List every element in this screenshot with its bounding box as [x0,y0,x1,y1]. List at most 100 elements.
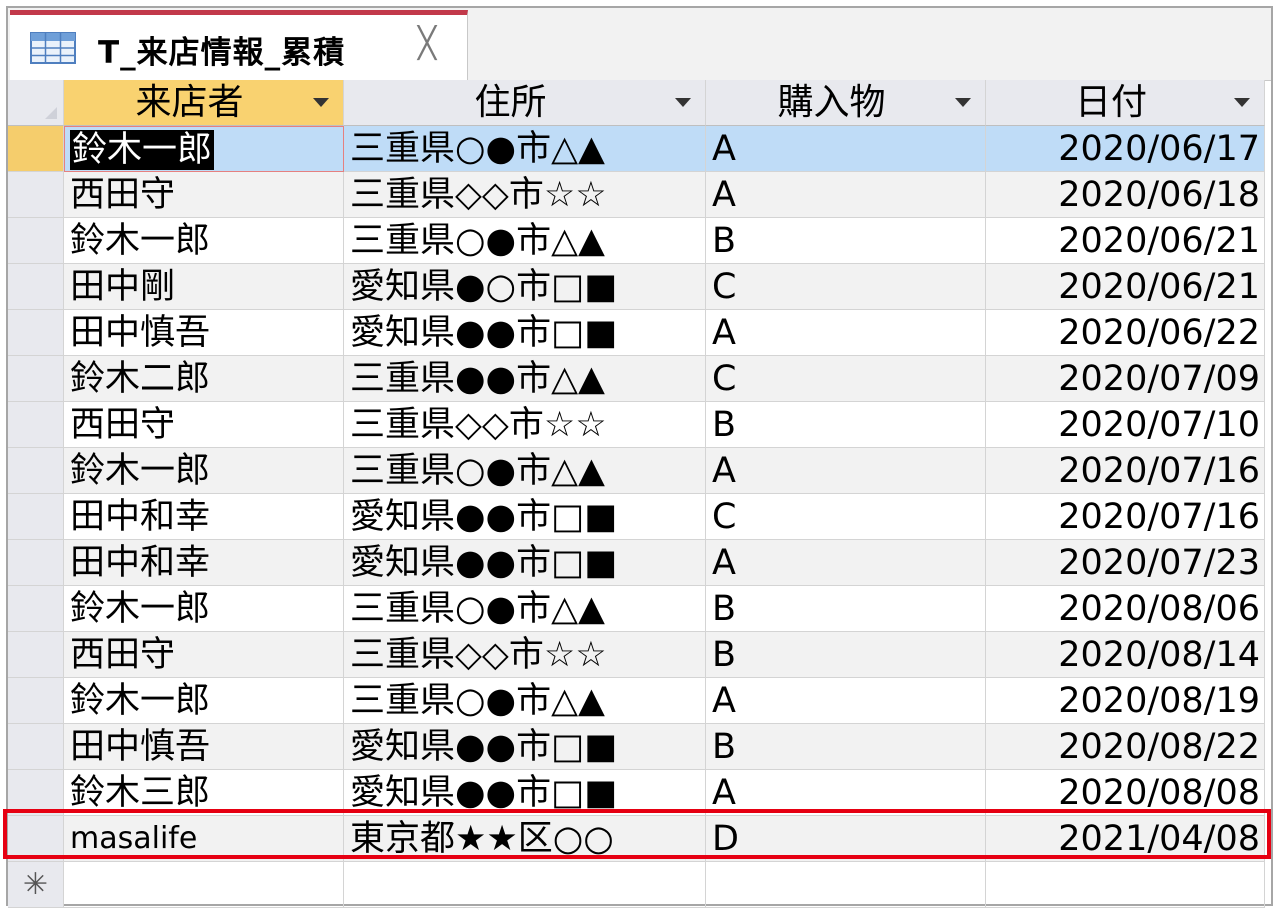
cell-jusho[interactable]: 三重県○●市△▲ [344,448,706,494]
cell-hizuke[interactable]: 2020/08/06 [986,586,1265,632]
cell-konyubutsu[interactable]: C [706,264,986,310]
cell-konyubutsu[interactable]: A [706,126,986,172]
cell-konyubutsu[interactable]: C [706,356,986,402]
chevron-down-icon[interactable] [313,98,329,107]
record-selector[interactable] [8,494,64,540]
cell-raitensha[interactable]: 鈴木一郎 [64,126,344,172]
cell-hizuke[interactable]: 2020/08/19 [986,678,1265,724]
cell-konyubutsu[interactable]: C [706,494,986,540]
cell-konyubutsu[interactable]: B [706,218,986,264]
cell-hizuke[interactable]: 2020/06/18 [986,172,1265,218]
cell-jusho[interactable]: 愛知県●●市□■ [344,770,706,816]
cell-jusho[interactable]: 三重県○●市△▲ [344,678,706,724]
cell-raitensha[interactable]: 鈴木一郎 [64,586,344,632]
column-header-raitensha[interactable]: 来店者 [64,80,344,126]
cell-raitensha[interactable]: masalife [64,816,344,862]
cell-raitensha[interactable]: 鈴木一郎 [64,448,344,494]
tab-t-raiten-ruiseki[interactable]: T_来店情報_累積 ╳ [10,10,468,80]
cell-konyubutsu[interactable]: A [706,310,986,356]
column-header-hizuke[interactable]: 日付 [986,80,1265,126]
cell-raitensha[interactable]: 鈴木一郎 [64,218,344,264]
cell-raitensha[interactable]: 鈴木三郎 [64,770,344,816]
cell-jusho[interactable]: 三重県◇◇市☆☆ [344,402,706,448]
cell-jusho[interactable]: 三重県○●市△▲ [344,218,706,264]
cell-hizuke[interactable]: 2020/08/08 [986,770,1265,816]
cell-konyubutsu[interactable]: A [706,678,986,724]
record-selector[interactable] [8,448,64,494]
record-selector[interactable] [8,816,64,862]
record-selector[interactable] [8,770,64,816]
cell-hizuke[interactable]: 2020/07/10 [986,402,1265,448]
cell-konyubutsu[interactable]: A [706,540,986,586]
datasheet-window: T_来店情報_累積 ╳ 来店者 住所 購入物 日付 鈴木一郎 三重県○●市△▲ … [6,6,1273,908]
cell-hizuke[interactable]: 2020/08/22 [986,724,1265,770]
cell-konyubutsu[interactable]: B [706,586,986,632]
cell-hizuke[interactable]: 2020/07/16 [986,448,1265,494]
cell-raitensha[interactable]: 鈴木一郎 [64,678,344,724]
chevron-down-icon[interactable] [955,98,971,107]
cell-jusho[interactable]: 三重県◇◇市☆☆ [344,632,706,678]
record-selector[interactable] [8,218,64,264]
record-selector[interactable] [8,724,64,770]
cell-raitensha[interactable]: 西田守 [64,632,344,678]
chevron-down-icon[interactable] [1234,98,1250,107]
cell-hizuke[interactable]: 2020/07/23 [986,540,1265,586]
cell-konyubutsu[interactable]: B [706,632,986,678]
cell-jusho[interactable]: 三重県◇◇市☆☆ [344,172,706,218]
cell-jusho[interactable]: 三重県○●市△▲ [344,126,706,172]
record-selector[interactable] [8,126,64,172]
record-selector[interactable] [8,264,64,310]
cell-raitensha[interactable]: 鈴木二郎 [64,356,344,402]
cell-hizuke[interactable]: 2020/06/21 [986,264,1265,310]
new-record-icon[interactable]: ✳ [8,862,64,908]
cell-hizuke[interactable] [986,862,1265,908]
record-selector[interactable] [8,678,64,724]
record-selector[interactable] [8,310,64,356]
cell-konyubutsu[interactable]: D [706,816,986,862]
cell-jusho[interactable]: 三重県○●市△▲ [344,586,706,632]
column-header-konyubutsu[interactable]: 購入物 [706,80,986,126]
cell-hizuke[interactable]: 2020/07/09 [986,356,1265,402]
cell-raitensha[interactable]: 田中和幸 [64,540,344,586]
cell-raitensha[interactable]: 田中慎吾 [64,724,344,770]
cell-jusho[interactable] [344,862,706,908]
record-selector[interactable] [8,586,64,632]
cell-raitensha[interactable]: 田中和幸 [64,494,344,540]
close-icon[interactable]: ╳ [418,29,436,59]
cell-jusho[interactable]: 愛知県●●市□■ [344,540,706,586]
cell-jusho[interactable]: 愛知県●●市□■ [344,494,706,540]
cell-konyubutsu[interactable]: B [706,402,986,448]
cell-konyubutsu[interactable]: A [706,448,986,494]
cell-raitensha[interactable]: 田中慎吾 [64,310,344,356]
cell-hizuke[interactable]: 2020/08/14 [986,632,1265,678]
record-selector[interactable] [8,540,64,586]
cell-raitensha[interactable]: 田中剛 [64,264,344,310]
cell-jusho[interactable]: 愛知県●●市□■ [344,310,706,356]
cell-hizuke[interactable]: 2020/06/17 [986,126,1265,172]
cell-konyubutsu[interactable] [706,862,986,908]
column-header-jusho[interactable]: 住所 [344,80,706,126]
chevron-down-icon[interactable] [675,98,691,107]
cell-jusho[interactable]: 三重県●●市△▲ [344,356,706,402]
cell-jusho[interactable]: 東京都★★区○○ [344,816,706,862]
record-selector[interactable] [8,356,64,402]
cell-konyubutsu[interactable]: A [706,172,986,218]
column-header-label: 住所 [474,82,547,123]
cell-hizuke[interactable]: 2020/06/21 [986,218,1265,264]
record-selector[interactable] [8,402,64,448]
record-selector[interactable] [8,172,64,218]
cell-konyubutsu[interactable]: B [706,724,986,770]
cell-hizuke[interactable]: 2020/06/22 [986,310,1265,356]
cell-hizuke[interactable]: 2020/07/16 [986,494,1265,540]
column-header-label: 購入物 [777,82,886,123]
cell-konyubutsu[interactable]: A [706,770,986,816]
cell-hizuke[interactable]: 2021/04/08 [986,816,1265,862]
table-icon [30,32,76,64]
select-all-button[interactable] [8,80,64,126]
cell-raitensha[interactable] [64,862,344,908]
record-selector[interactable] [8,632,64,678]
cell-jusho[interactable]: 愛知県●●市□■ [344,724,706,770]
cell-jusho[interactable]: 愛知県●○市□■ [344,264,706,310]
cell-raitensha[interactable]: 西田守 [64,172,344,218]
cell-raitensha[interactable]: 西田守 [64,402,344,448]
